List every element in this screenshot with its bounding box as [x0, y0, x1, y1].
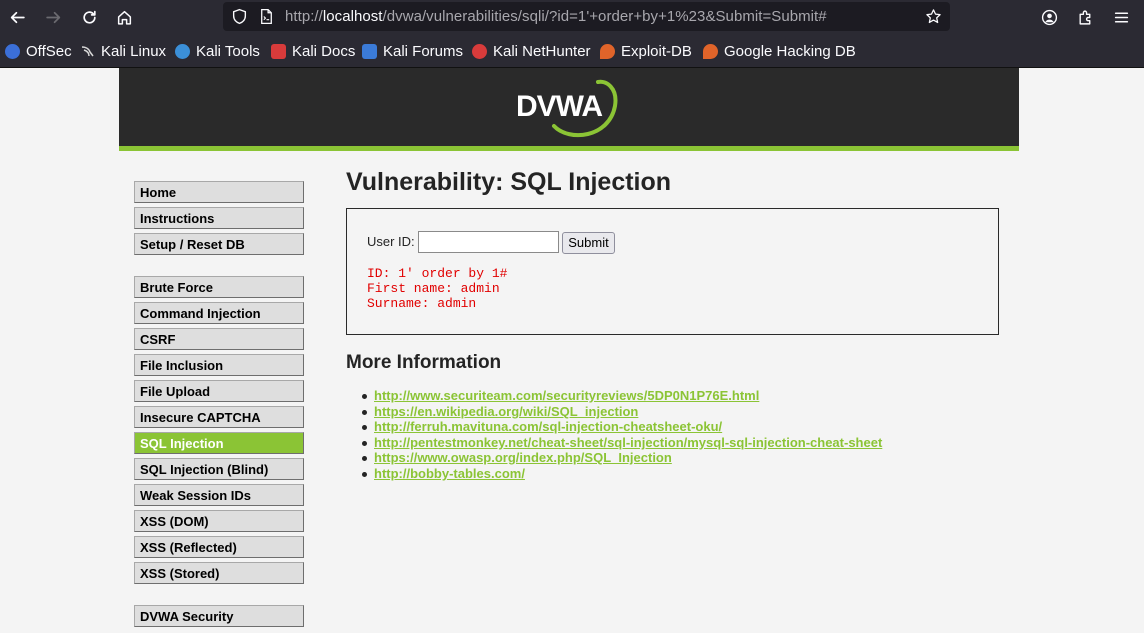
menu-item-dvwa-security[interactable]: DVWA Security	[134, 605, 304, 627]
back-button[interactable]	[4, 4, 30, 30]
list-item: https://en.wikipedia.org/wiki/SQL_inject…	[362, 404, 638, 420]
puzzle-icon	[1078, 10, 1090, 25]
ghdb-icon	[703, 44, 718, 59]
arrow-right-icon	[45, 11, 60, 23]
menu-item-weak-session-ids[interactable]: Weak Session IDs	[134, 484, 304, 506]
bookmarks-bar: OffSec Kali Linux Kali Tools Kali Docs K…	[0, 34, 1144, 68]
result-surname-line: Surname: admin	[367, 296, 477, 311]
kali-dragon-icon	[80, 44, 95, 59]
bookmark-label: Kali Linux	[101, 43, 167, 60]
home-button[interactable]	[111, 4, 137, 30]
url-text[interactable]: http://localhost/dvwa/vulnerabilities/sq…	[285, 8, 827, 25]
list-item: http://bobby-tables.com/	[362, 466, 525, 482]
menu-item-command-injection[interactable]: Command Injection	[134, 302, 304, 324]
menu-item-sql-injection[interactable]: SQL Injection	[134, 432, 304, 454]
url-host: localhost	[322, 8, 383, 25]
submit-button[interactable]: Submit	[562, 232, 615, 254]
bookmark-label: Kali Tools	[196, 43, 260, 60]
url-scheme: http://	[285, 8, 323, 25]
user-id-label: User ID:	[367, 234, 415, 249]
account-button[interactable]	[1036, 4, 1062, 30]
menu-item-brute-force[interactable]: Brute Force	[134, 276, 304, 298]
bullet	[362, 410, 367, 415]
bookmark-kali-nethunter[interactable]: Kali NetHunter	[472, 43, 591, 60]
menu-item-insecure-captcha[interactable]: Insecure CAPTCHA	[134, 406, 304, 428]
link-bobby-tables[interactable]: http://bobby-tables.com/	[374, 466, 525, 481]
bullet	[362, 456, 367, 461]
menu-item-file-upload[interactable]: File Upload	[134, 380, 304, 402]
bookmark-label: Kali Docs	[292, 43, 356, 60]
result-first-name-line: First name: admin	[367, 281, 500, 296]
menu-item-xss-dom[interactable]: XSS (DOM)	[134, 510, 304, 532]
dvwa-header: DVWA	[119, 68, 1019, 151]
bookmark-label: OffSec	[26, 43, 72, 60]
more-information-heading: More Information	[346, 352, 502, 373]
link-pentestmonkey[interactable]: http://pentestmonkey.net/cheat-sheet/sql…	[374, 435, 882, 450]
menu-item-csrf[interactable]: CSRF	[134, 328, 304, 350]
page-title: Vulnerability: SQL Injection	[346, 168, 672, 196]
list-item: https://www.owasp.org/index.php/SQL_Inje…	[362, 450, 672, 466]
kali-forums-icon	[362, 44, 377, 59]
bookmark-label: Kali NetHunter	[493, 43, 591, 60]
bullet	[362, 472, 367, 477]
bookmark-label: Google Hacking DB	[724, 43, 856, 60]
bookmark-ghdb[interactable]: Google Hacking DB	[703, 43, 856, 60]
browser-toolbar: http://localhost/dvwa/vulnerabilities/sq…	[0, 0, 1144, 34]
menu-item-setup-reset-db[interactable]: Setup / Reset DB	[134, 233, 304, 255]
menu-item-home[interactable]: Home	[134, 181, 304, 203]
page-viewport: DVWA Home Instructions Setup / Reset DB …	[0, 68, 1144, 633]
reload-button[interactable]	[76, 4, 102, 30]
page-info-icon[interactable]	[258, 8, 275, 25]
bookmark-exploit-db[interactable]: Exploit-DB	[600, 43, 692, 60]
bookmark-label: Exploit-DB	[621, 43, 692, 60]
logo-text: DVWA	[516, 90, 602, 123]
url-path: /dvwa/vulnerabilities/sqli/?id=1'+order+…	[382, 8, 827, 25]
kali-docs-icon	[271, 44, 286, 59]
menu-item-xss-stored[interactable]: XSS (Stored)	[134, 562, 304, 584]
exploit-db-icon	[600, 44, 615, 59]
bullet	[362, 394, 367, 399]
user-id-input[interactable]	[418, 231, 559, 253]
list-item: http://ferruh.mavituna.com/sql-injection…	[362, 419, 722, 435]
link-owasp[interactable]: https://www.owasp.org/index.php/SQL_Inje…	[374, 450, 672, 465]
bookmark-kali-docs[interactable]: Kali Docs	[271, 43, 355, 60]
bookmark-offsec[interactable]: OffSec	[5, 43, 72, 60]
menu-button[interactable]	[1108, 4, 1134, 30]
menu-item-file-inclusion[interactable]: File Inclusion	[134, 354, 304, 376]
bookmark-kali-forums[interactable]: Kali Forums	[362, 43, 463, 60]
forward-button[interactable]	[40, 4, 66, 30]
home-icon	[117, 10, 131, 25]
offsec-icon	[5, 44, 20, 59]
shield-icon[interactable]	[231, 8, 248, 25]
query-result: ID: 1' order by 1# First name: admin Surna…	[367, 266, 507, 311]
hamburger-icon	[1114, 11, 1128, 23]
bookmark-kali-tools[interactable]: Kali Tools	[175, 43, 260, 60]
dvwa-logo: DVWA	[516, 79, 618, 138]
menu-item-xss-reflected[interactable]: XSS (Reflected)	[134, 536, 304, 558]
kali-tools-icon	[175, 44, 190, 59]
vulnerable-code-area: User ID: Submit ID: 1' order by 1# First …	[346, 208, 999, 335]
nethunter-icon	[472, 44, 487, 59]
link-securiteam[interactable]: http://www.securiteam.com/securityreview…	[374, 388, 759, 403]
list-item: http://pentestmonkey.net/cheat-sheet/sql…	[362, 435, 882, 451]
menu-item-sql-injection-blind[interactable]: SQL Injection (Blind)	[134, 458, 304, 480]
bullet	[362, 441, 367, 446]
bookmark-label: Kali Forums	[383, 43, 464, 60]
bookmark-star-icon[interactable]	[925, 8, 942, 25]
result-id-line: ID: 1' order by 1#	[367, 266, 508, 281]
dvwa-container: DVWA Home Instructions Setup / Reset DB …	[119, 68, 1019, 633]
menu-item-instructions[interactable]: Instructions	[134, 207, 304, 229]
reload-icon	[82, 10, 96, 24]
arrow-left-icon	[10, 11, 25, 23]
extensions-button[interactable]	[1072, 4, 1098, 30]
bullet	[362, 425, 367, 430]
link-ferruh[interactable]: http://ferruh.mavituna.com/sql-injection…	[374, 419, 722, 434]
link-wikipedia[interactable]: https://en.wikipedia.org/wiki/SQL_inject…	[374, 404, 638, 419]
account-icon	[1041, 9, 1057, 25]
list-item: http://www.securiteam.com/securityreview…	[362, 388, 759, 404]
url-bar[interactable]: http://localhost/dvwa/vulnerabilities/sq…	[223, 2, 950, 31]
bookmark-kali-linux[interactable]: Kali Linux	[80, 43, 166, 60]
